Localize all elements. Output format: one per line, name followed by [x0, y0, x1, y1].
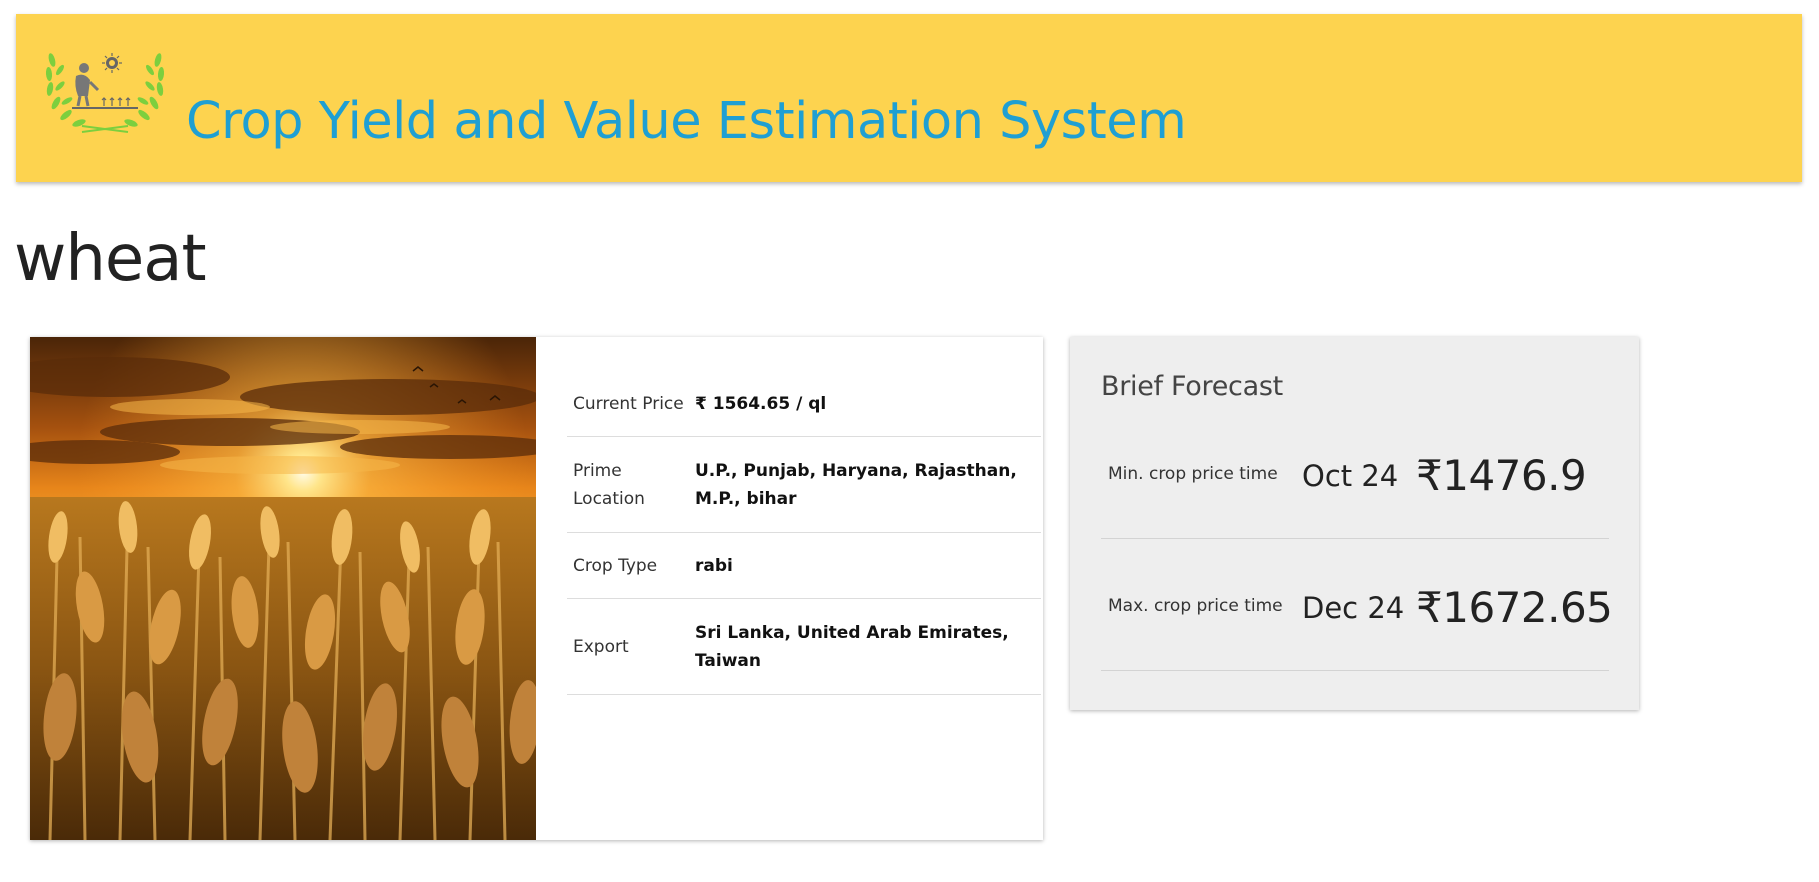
- forecast-row-max: Max. crop price time Dec 24 ₹1672.65: [1101, 539, 1613, 671]
- export-label: Export: [573, 636, 629, 657]
- crop-type-label: Crop Type: [573, 555, 658, 576]
- min-price-date: Oct 24: [1302, 459, 1399, 493]
- min-price-label: Min. crop price time: [1108, 464, 1278, 484]
- min-price-value: ₹1476.9: [1416, 451, 1587, 500]
- app-header: Crop Yield and Value Estimation System: [16, 14, 1802, 182]
- table-row-prime-location: Prime Location U.P., Punjab, Haryana, Ra…: [567, 437, 1041, 533]
- app-title: Crop Yield and Value Estimation System: [186, 92, 1187, 151]
- forecast-title: Brief Forecast: [1101, 371, 1283, 402]
- current-price-value: ₹ 1564.65 / ql: [695, 393, 827, 414]
- table-row-export: Export Sri Lanka, United Arab Emirates, …: [567, 599, 1041, 695]
- table-row-crop-type: Crop Type rabi: [567, 533, 1041, 599]
- crop-details-card: Current Price ₹ 1564.65 / ql Prime Locat…: [30, 337, 1043, 840]
- prime-location-value: U.P., Punjab, Haryana, Rajasthan, M.P., …: [695, 460, 1017, 509]
- max-price-date: Dec 24: [1302, 591, 1405, 625]
- export-value: Sri Lanka, United Arab Emirates, Taiwan: [695, 622, 1009, 671]
- crop-name-heading: wheat: [14, 222, 207, 296]
- prime-location-label: Prime Location: [573, 460, 645, 509]
- max-price-value: ₹1672.65: [1416, 583, 1613, 632]
- forecast-row-min: Min. crop price time Oct 24 ₹1476.9: [1101, 407, 1609, 539]
- crop-info-table: Current Price ₹ 1564.65 / ql Prime Locat…: [567, 371, 1041, 695]
- brief-forecast-card: Brief Forecast Min. crop price time Oct …: [1070, 337, 1639, 710]
- current-price-label: Current Price: [573, 393, 684, 414]
- wheat-field-sunset-photo: [30, 337, 536, 840]
- max-price-label: Max. crop price time: [1108, 596, 1283, 616]
- table-row-current-price: Current Price ₹ 1564.65 / ql: [567, 371, 1041, 437]
- farmer-wreath-logo-icon: [45, 53, 165, 133]
- crop-type-value: rabi: [695, 555, 733, 576]
